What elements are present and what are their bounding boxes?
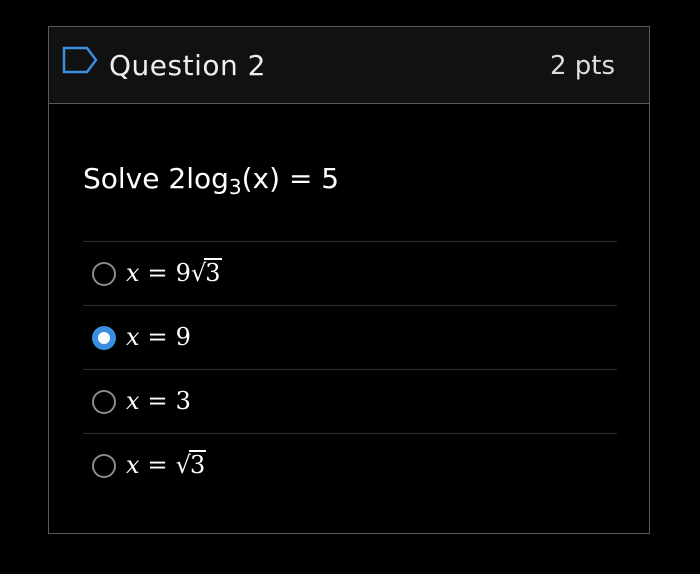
sqrt: √3 [191, 256, 222, 290]
question-prompt: Solve 2log3(x) = 5 [83, 159, 339, 199]
answer-label: x = √3 [126, 448, 207, 482]
answer-label: x = 9√3 [126, 256, 222, 290]
answer-value: 3 [175, 387, 191, 415]
answer-radicand: 3 [204, 258, 222, 287]
answer-radicand: 3 [188, 450, 207, 479]
answer-var: x [126, 323, 140, 351]
answer-list: x = 9√3 x = 9 x = 3 x = √3 [83, 241, 617, 497]
radio-button[interactable] [92, 262, 116, 286]
answer-label: x = 9 [126, 320, 191, 354]
answer-eq: = [147, 451, 168, 479]
sqrt: √3 [176, 448, 207, 482]
prompt-prefix: Solve 2log [83, 162, 229, 195]
answer-eq: = [147, 387, 168, 415]
answer-eq: = [147, 323, 168, 351]
prompt-log-base: 3 [228, 175, 242, 199]
answer-coef: 9 [175, 259, 191, 287]
answer-var: x [126, 387, 140, 415]
answer-option-3[interactable]: x = 3 [83, 369, 617, 433]
question-header: Question 2 2 pts [49, 27, 649, 104]
question-title: Question 2 [109, 49, 266, 82]
answer-var: x [126, 451, 140, 479]
answer-value: 9 [175, 323, 191, 351]
radio-button[interactable] [92, 454, 116, 478]
answer-option-4[interactable]: x = √3 [83, 433, 617, 497]
question-points: 2 pts [549, 51, 615, 81]
answer-eq: = [147, 259, 168, 287]
radio-button-selected[interactable] [92, 326, 116, 350]
answer-option-2[interactable]: x = 9 [83, 305, 617, 369]
answer-var: x [126, 259, 140, 287]
flag-icon[interactable] [61, 45, 99, 75]
answer-label: x = 3 [126, 384, 191, 418]
radio-button[interactable] [92, 390, 116, 414]
answer-option-1[interactable]: x = 9√3 [83, 241, 617, 305]
prompt-suffix: (x) = 5 [241, 162, 340, 195]
question-card: Question 2 2 pts Solve 2log3(x) = 5 x = 9√… [48, 26, 650, 534]
